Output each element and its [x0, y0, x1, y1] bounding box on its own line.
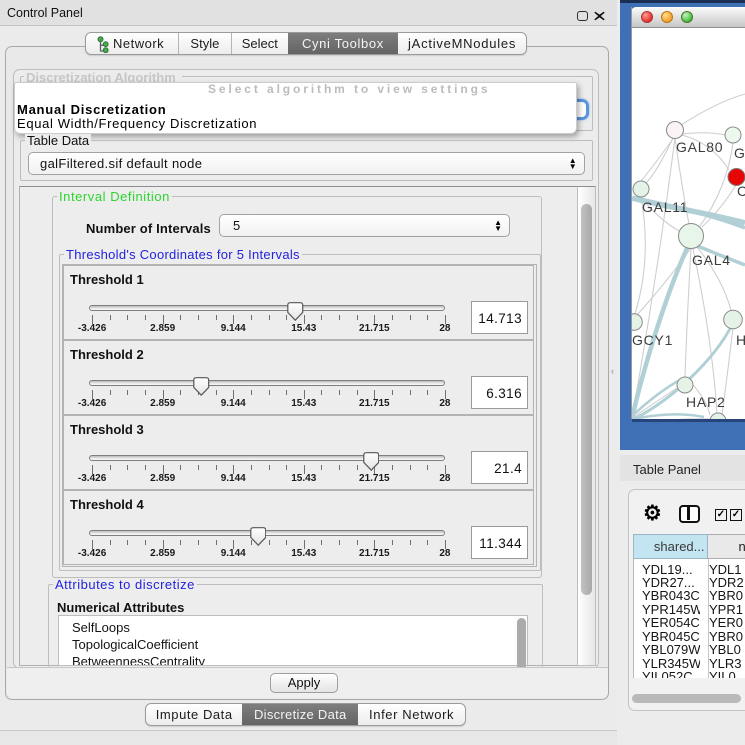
svg-text:GA: GA [734, 145, 745, 161]
svg-text:H: H [736, 332, 745, 348]
svg-text:GAL4: GAL4 [692, 252, 731, 268]
svg-text:GAL80: GAL80 [676, 139, 723, 155]
svg-text:HAP2: HAP2 [686, 394, 726, 410]
svg-text:C: C [737, 183, 745, 199]
svg-text:GAL11: GAL11 [642, 199, 688, 215]
svg-text:GCY1: GCY1 [632, 332, 673, 348]
